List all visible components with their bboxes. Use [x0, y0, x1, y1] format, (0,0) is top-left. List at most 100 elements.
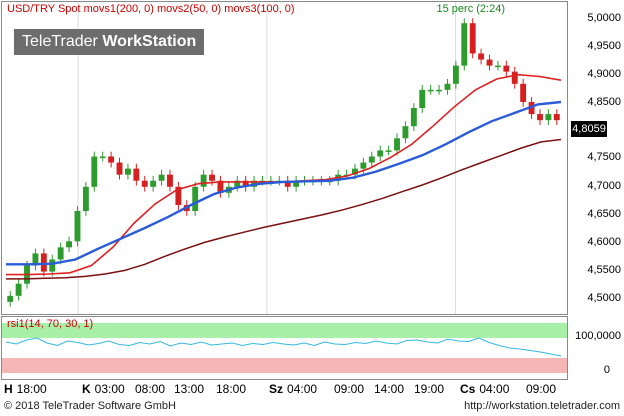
price-tick: 4,8500: [587, 96, 621, 108]
time-tick: 18:00: [216, 382, 246, 396]
time-label: 18:00: [216, 382, 247, 396]
price-tick: 4,9000: [587, 68, 621, 80]
candle-body: [15, 283, 22, 296]
price-tick: 4,7500: [587, 151, 621, 163]
logo-text-light: TeleTrader: [22, 33, 103, 50]
candle-body: [511, 71, 518, 84]
legend-ma1: movs1(200, 0): [83, 3, 154, 15]
time-label: 18:00: [16, 382, 47, 396]
time-tick: Cs 04:00: [460, 382, 509, 396]
price-tick: 4,5500: [587, 264, 621, 276]
legend-ma3: movs3(100, 0): [224, 3, 295, 15]
time-tick: 09:00: [526, 382, 556, 396]
candle-body: [377, 150, 384, 157]
candle-body: [520, 83, 527, 102]
day-marker: Cs: [460, 382, 476, 396]
last-price-badge: 4,8059: [571, 121, 607, 137]
legend-ma2: movs2(50, 0): [157, 3, 222, 15]
candle-body: [209, 174, 215, 181]
legend-symbol: USD/TRY Spot: [7, 3, 81, 15]
day-marker: H: [4, 382, 13, 396]
candle-body: [40, 253, 47, 272]
candle-body: [82, 186, 89, 212]
candle-body: [141, 180, 148, 187]
candle-body: [368, 156, 375, 163]
moving-average-line: [6, 100, 562, 266]
footer: © 2018 TeleTrader Software GmbH http://w…: [0, 398, 624, 416]
candle-body: [99, 156, 106, 158]
candle-body: [200, 174, 207, 187]
time-label: 08:00: [135, 382, 166, 396]
time-label: 03:00: [94, 382, 125, 396]
interval-label[interactable]: 15 perc (2:24): [437, 3, 505, 15]
rsi-legend: rsi1(14, 70, 30, 1): [7, 318, 94, 330]
candle-body: [49, 259, 56, 272]
time-tick: 14:00: [374, 382, 404, 396]
candle-body: [91, 156, 98, 187]
price-chart-panel[interactable]: USD/TRY Spot movs1(200, 0) movs2(50, 0) …: [1, 1, 568, 315]
candle-body: [7, 295, 14, 302]
time-tick: K 03:00: [82, 382, 125, 396]
candle-body: [402, 126, 409, 139]
candle-body: [444, 83, 451, 90]
candle-body: [124, 168, 131, 175]
time-label: 04:00: [479, 382, 510, 396]
time-label: 13:00: [174, 382, 205, 396]
candle-body: [385, 150, 392, 152]
price-tick: 4,7000: [587, 180, 621, 192]
copyright-text: © 2018 TeleTrader Software GmbH: [4, 400, 176, 412]
time-label: 14:00: [374, 382, 405, 396]
moving-average-line: [6, 138, 562, 280]
candle-body: [436, 89, 443, 92]
candle-body: [478, 53, 485, 60]
candle-body: [108, 156, 115, 163]
candle-body: [410, 108, 417, 127]
candle-body: [494, 65, 501, 68]
footer-url[interactable]: http://workstation.teletrader.com: [464, 400, 620, 412]
price-axis[interactable]: 5,0000 4,9500 4,9000 4,8500 4,7500 4,700…: [569, 0, 624, 316]
candle-body: [461, 23, 468, 66]
time-label: 19:00: [414, 382, 445, 396]
moving-average-line: [6, 73, 562, 276]
chart-legend: USD/TRY Spot movs1(200, 0) movs2(50, 0) …: [7, 3, 295, 15]
candle-body: [394, 138, 400, 151]
price-tick: 4,9500: [587, 40, 621, 52]
candle-body: [74, 211, 81, 242]
rsi-line: [5, 337, 562, 357]
candle-body: [545, 114, 552, 121]
time-label: 09:00: [334, 382, 365, 396]
teletrader-logo: TeleTrader WorkStation: [14, 29, 205, 55]
candle-body: [553, 114, 560, 121]
time-tick: H 18:00: [4, 382, 47, 396]
price-tick: 4,5000: [587, 292, 621, 304]
candle-body: [167, 174, 173, 187]
candle-body: [537, 114, 543, 121]
candle-body: [116, 162, 123, 175]
candle-body: [150, 180, 157, 187]
day-marker: Sz: [269, 382, 284, 396]
price-tick: 4,6500: [587, 208, 621, 220]
candle-body: [427, 89, 434, 92]
rsi-oversold-band: [2, 358, 567, 373]
candle-body: [469, 23, 476, 54]
price-tick: 5,0000: [587, 12, 621, 24]
price-tick: 4,6000: [587, 236, 621, 248]
logo-text-bold: WorkStation: [102, 33, 197, 50]
rsi-axis[interactable]: 100,0000 0: [569, 316, 624, 380]
candle-body: [452, 65, 459, 84]
rsi-tick-high: 100,0000: [575, 330, 621, 342]
rsi-tick-low: 0: [603, 364, 610, 376]
candle-body: [360, 162, 367, 169]
candle-body: [419, 89, 426, 109]
time-axis[interactable]: H 18:00 K 03:00 08:00 13:00 18:00 Sz 04:00 …: [0, 380, 624, 398]
candle-body: [133, 168, 140, 181]
time-tick: 19:00: [414, 382, 444, 396]
candle-body: [57, 247, 64, 260]
candle-body: [192, 186, 199, 212]
time-tick: Sz 04:00: [269, 382, 317, 396]
candle-body: [158, 174, 165, 181]
rsi-panel[interactable]: rsi1(14, 70, 30, 1): [1, 316, 568, 380]
time-label: 04:00: [287, 382, 318, 396]
candle-body: [486, 59, 493, 66]
time-label: 09:00: [526, 382, 557, 396]
